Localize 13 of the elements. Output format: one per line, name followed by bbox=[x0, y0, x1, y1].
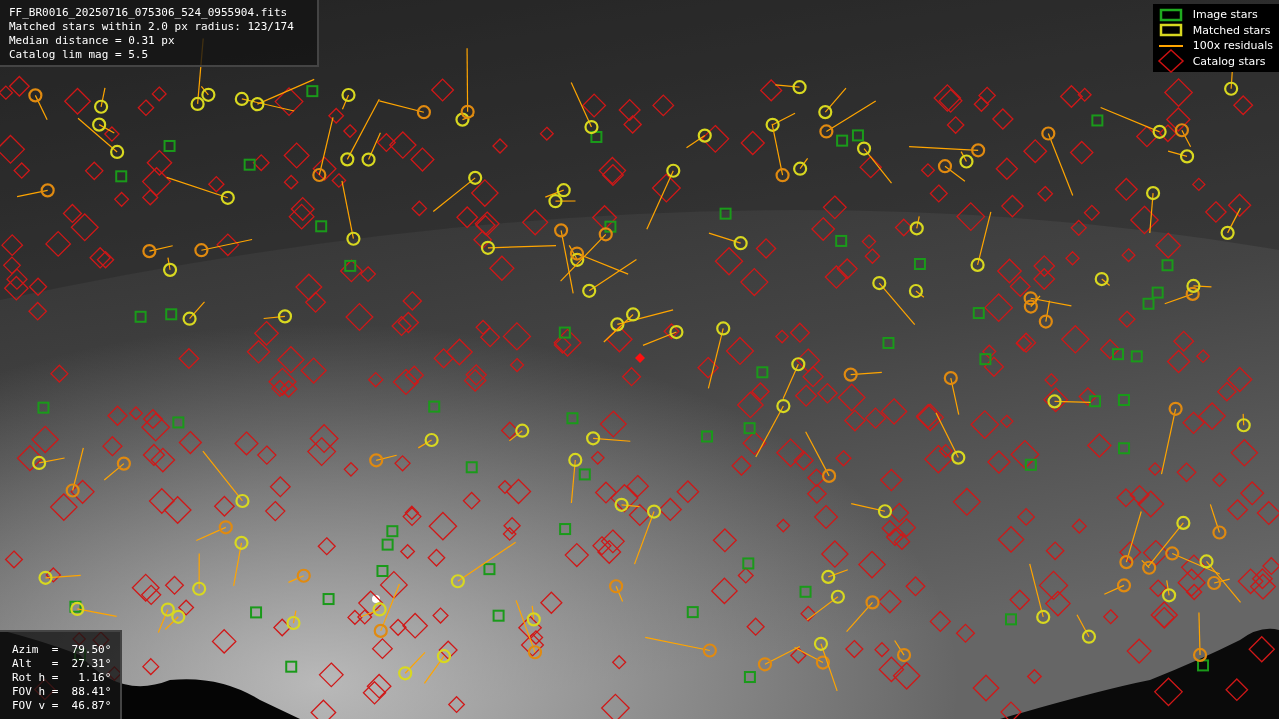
image-info-text: Median distance = 0.31 px bbox=[9, 34, 176, 48]
pointing-text: Azim = 79.50° bbox=[12, 643, 112, 657]
pointing-text: Alt = 27.31° bbox=[12, 657, 112, 671]
legend-label: Catalog stars bbox=[1192, 54, 1266, 68]
image-info-text: FF_BR0016_20250716_075306_524_0955904.fits bbox=[9, 6, 289, 20]
pointing-text: FOV v = 46.87° bbox=[12, 699, 112, 713]
image-info-text: Matched stars within 2.0 px radius: 123/174 bbox=[9, 20, 295, 34]
image-info-text: Catalog lim mag = 5.5 bbox=[9, 48, 150, 62]
pointing-text: Rot h = 1.16° bbox=[12, 671, 112, 685]
pointing-text: FOV h = 88.41° bbox=[12, 685, 112, 699]
legend-label: 100x residuals bbox=[1192, 39, 1273, 53]
legend-label: Image stars bbox=[1192, 8, 1258, 22]
legend-label: Matched stars bbox=[1192, 23, 1271, 37]
